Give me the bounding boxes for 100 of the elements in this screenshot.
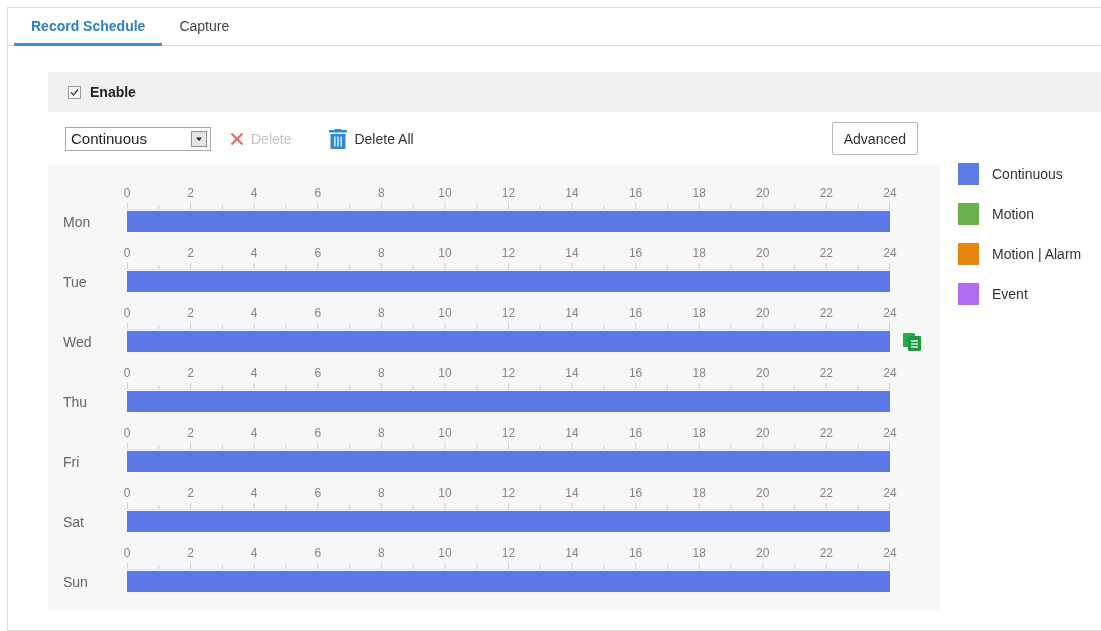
hour-label: 4: [249, 546, 259, 560]
hour-label: 6: [313, 546, 323, 560]
hour-label: 16: [627, 426, 644, 440]
enable-checkbox[interactable]: [68, 85, 81, 99]
schedule-bar[interactable]: [127, 451, 890, 472]
hour-label: 8: [376, 246, 386, 260]
hour-label: 24: [882, 486, 898, 500]
schedule-bar[interactable]: [127, 391, 890, 412]
hour-label: 24: [882, 186, 898, 200]
hour-label: 8: [376, 546, 386, 560]
hour-label: 4: [249, 246, 259, 260]
schedule-bar[interactable]: [127, 571, 890, 592]
hour-label: 2: [186, 306, 195, 320]
hour-label: 20: [755, 366, 771, 380]
hour-label: 2: [186, 186, 195, 200]
hour-label: 4: [249, 306, 259, 320]
hour-label: 20: [755, 486, 771, 500]
hour-label: 14: [564, 546, 580, 560]
hour-label: 16: [627, 486, 644, 500]
hour-label: 8: [376, 366, 386, 380]
hour-label: 0: [122, 486, 132, 500]
hour-label: 12: [500, 246, 517, 260]
hour-label: 18: [691, 306, 707, 320]
hour-label: 0: [122, 426, 132, 440]
hour-label: 18: [691, 186, 707, 200]
hour-label: 8: [376, 426, 386, 440]
delete-all-button[interactable]: Delete All: [329, 128, 414, 149]
hour-label: 16: [627, 186, 644, 200]
hour-label: 10: [437, 186, 453, 200]
hour-label: 14: [564, 366, 580, 380]
hour-label: 10: [437, 246, 453, 260]
legend-label: Motion: [992, 206, 1035, 222]
hour-label: 4: [249, 186, 259, 200]
hour-label: 24: [882, 426, 898, 440]
hour-label: 12: [500, 546, 517, 560]
hour-label: 24: [882, 306, 898, 320]
hour-label: 22: [818, 486, 835, 500]
hour-label: 0: [122, 546, 132, 560]
hour-label: 14: [564, 186, 580, 200]
day-label: Fri: [63, 453, 80, 470]
hour-label: 22: [818, 246, 835, 260]
day-label: Tue: [63, 273, 87, 290]
hour-label: 10: [437, 486, 453, 500]
hour-label: 18: [691, 426, 707, 440]
copy-icon[interactable]: [903, 332, 921, 351]
legend-label: Continuous: [992, 166, 1063, 182]
day-label: Sat: [63, 513, 84, 530]
hour-label: 16: [627, 546, 644, 560]
hour-label: 22: [818, 186, 835, 200]
hour-label: 8: [376, 486, 386, 500]
cross-icon: [230, 131, 244, 146]
hour-label: 10: [437, 306, 453, 320]
hour-label: 10: [437, 426, 453, 440]
hour-label: 12: [500, 306, 517, 320]
hour-label: 18: [691, 366, 707, 380]
day-label: Mon: [63, 213, 91, 230]
hour-label: 0: [122, 306, 132, 320]
hour-label: 24: [882, 366, 898, 380]
legend-label: Motion | Alarm: [992, 246, 1082, 262]
hour-label: 10: [437, 366, 453, 380]
hour-label: 16: [627, 306, 644, 320]
hour-label: 16: [627, 366, 644, 380]
hour-label: 22: [818, 426, 835, 440]
hour-label: 4: [249, 426, 259, 440]
day-label: Sun: [63, 573, 88, 590]
schedule-bar[interactable]: [127, 331, 890, 352]
hour-label: 18: [691, 486, 707, 500]
hour-label: 0: [122, 186, 132, 200]
hour-label: 6: [313, 486, 323, 500]
hour-label: 2: [186, 486, 195, 500]
hour-label: 10: [437, 546, 453, 560]
hour-label: 14: [564, 306, 580, 320]
hour-label: 22: [818, 546, 835, 560]
hour-label: 14: [564, 426, 580, 440]
schedule-bar[interactable]: [127, 211, 890, 232]
hour-label: 6: [313, 246, 323, 260]
hour-label: 24: [882, 246, 898, 260]
record-type-select[interactable]: Continuous: [65, 126, 211, 151]
tab[interactable]: Record Schedule: [14, 8, 163, 46]
hour-label: 12: [500, 486, 517, 500]
hour-label: 6: [313, 366, 323, 380]
hour-label: 2: [186, 426, 195, 440]
schedule-bar[interactable]: [127, 511, 890, 532]
hour-label: 20: [755, 546, 771, 560]
hour-label: 4: [249, 486, 259, 500]
hour-label: 12: [500, 366, 517, 380]
schedule-bar[interactable]: [127, 271, 890, 292]
tab[interactable]: Capture: [162, 8, 247, 46]
hour-label: 0: [122, 366, 132, 380]
hour-label: 22: [818, 306, 835, 320]
enable-label: Enable: [90, 84, 136, 100]
advanced-button[interactable]: Advanced: [831, 122, 918, 155]
hour-label: 2: [186, 366, 195, 380]
hour-label: 14: [564, 486, 580, 500]
hour-label: 20: [755, 306, 771, 320]
day-label: Wed: [63, 333, 92, 350]
day-label: Thu: [63, 393, 88, 410]
hour-label: 6: [313, 186, 323, 200]
hour-label: 20: [755, 186, 771, 200]
hour-label: 14: [564, 246, 580, 260]
